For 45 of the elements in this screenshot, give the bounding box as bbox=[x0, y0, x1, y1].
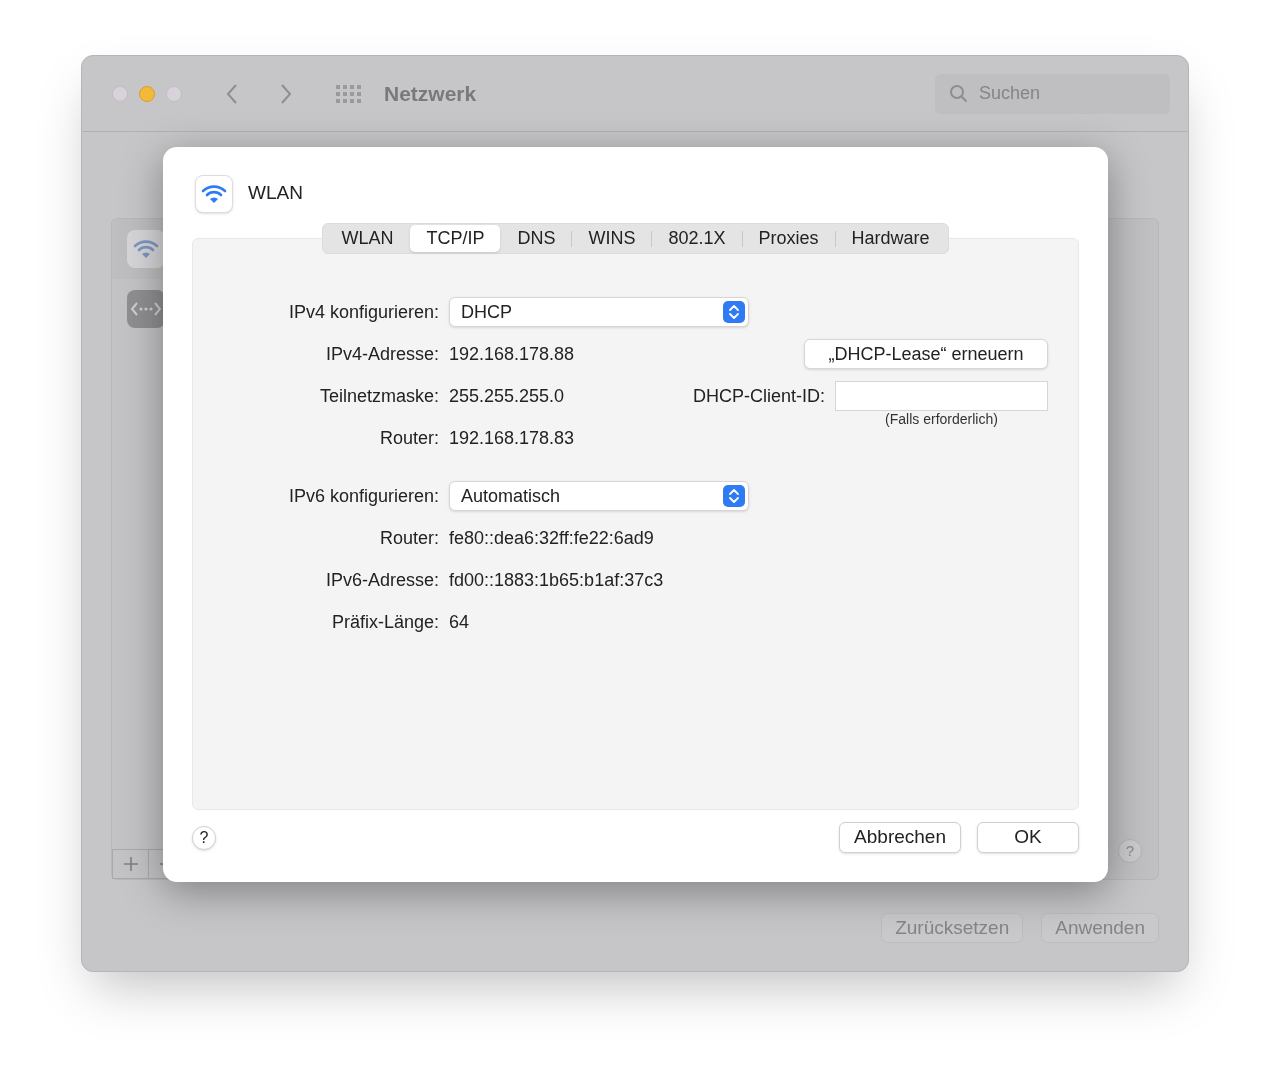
field-value: fd00::1883:1b65:b1af:37c3 bbox=[449, 568, 664, 592]
dialog-button[interactable]: OK bbox=[977, 822, 1079, 853]
dialog-button[interactable]: Abbrechen bbox=[839, 822, 961, 853]
service-name: WLAN bbox=[248, 181, 303, 206]
client-id-field[interactable] bbox=[835, 381, 1048, 411]
search-field[interactable]: Suchen bbox=[935, 73, 1170, 114]
field-value: 255.255.255.0 bbox=[449, 384, 565, 408]
field-label: IPv6-Adresse: bbox=[325, 568, 439, 592]
grid-icon[interactable] bbox=[336, 84, 362, 103]
forward-icon[interactable] bbox=[280, 82, 292, 105]
field-label: DHCP-Client-ID: bbox=[693, 384, 825, 408]
hint-text: (Falls erforderlich) bbox=[885, 410, 998, 429]
tab[interactable]: WINS bbox=[572, 225, 652, 252]
field-label: Router: bbox=[379, 526, 439, 550]
wifi-symbol-icon bbox=[201, 183, 227, 204]
field-value: 192.168.178.88 bbox=[449, 342, 575, 366]
tab[interactable]: Proxies bbox=[742, 225, 835, 252]
tab[interactable]: TCP/IP bbox=[410, 225, 501, 252]
tab[interactable]: DNS bbox=[501, 225, 572, 252]
field-label: IPv6 konfigurieren: bbox=[288, 484, 439, 508]
window-title: Netzwerk bbox=[384, 80, 477, 107]
tab[interactable]: Hardware bbox=[835, 225, 946, 252]
help-button[interactable]: ? bbox=[192, 825, 216, 850]
field-value: 64 bbox=[449, 610, 470, 634]
popup-button[interactable]: DHCP bbox=[449, 297, 749, 327]
tab[interactable]: 802.1X bbox=[652, 225, 742, 252]
add-icon[interactable] bbox=[112, 849, 149, 879]
search-icon bbox=[949, 83, 969, 104]
field-value: 192.168.178.83 bbox=[449, 426, 575, 450]
field-label: IPv4 konfigurieren: bbox=[288, 300, 439, 324]
field-label: Router: bbox=[379, 426, 439, 450]
field-label: IPv4-Adresse: bbox=[325, 342, 439, 366]
minimize-button[interactable] bbox=[139, 85, 155, 102]
popup-button[interactable]: Automatisch bbox=[449, 481, 749, 511]
wifi-symbol-icon bbox=[133, 239, 159, 259]
field-label: Teilnetzmaske: bbox=[319, 384, 439, 408]
network-icon[interactable] bbox=[127, 290, 165, 328]
renew-lease-button[interactable]: „DHCP-Lease“ erneuern bbox=[804, 339, 1048, 369]
tab[interactable]: WLAN bbox=[325, 225, 410, 252]
stepper-icon bbox=[723, 301, 745, 323]
stepper-icon bbox=[723, 485, 745, 507]
field-value: fe80::dea6:32ff:fe22:6ad9 bbox=[449, 526, 654, 550]
wifi-icon[interactable] bbox=[127, 230, 165, 268]
field-label: Präfix-Länge: bbox=[331, 610, 439, 634]
back-icon[interactable] bbox=[226, 82, 238, 105]
